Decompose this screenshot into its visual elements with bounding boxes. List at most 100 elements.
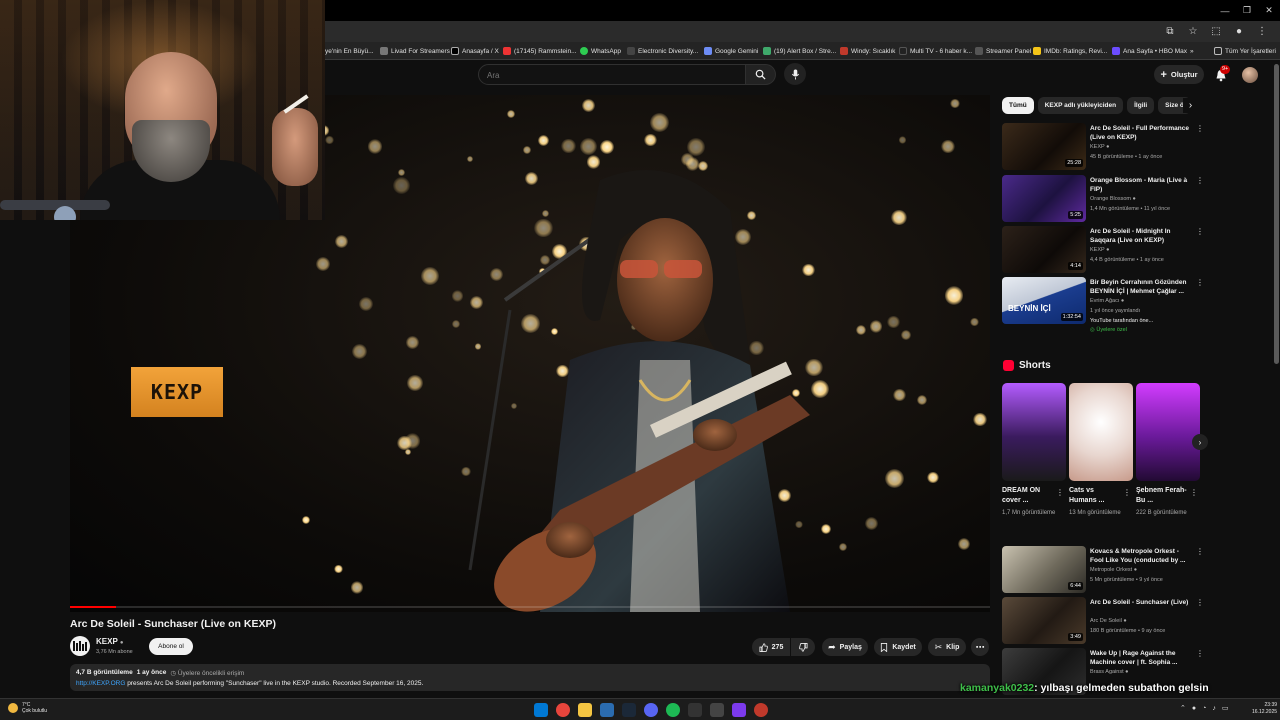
kebab-menu-icon[interactable]: ⋮ xyxy=(1196,278,1204,287)
bookmark-item[interactable]: IMDb: Ratings, Revi... xyxy=(1033,44,1107,58)
kebab-menu-icon[interactable]: ⋮ xyxy=(1196,547,1204,556)
recommendation-item[interactable]: 4:14 Arc De Soleil - Midnight In Saqqara… xyxy=(1002,226,1204,274)
bookmark-item[interactable]: Livad For Streamers xyxy=(380,44,450,58)
kick-icon[interactable] xyxy=(732,703,746,717)
epic-games-icon[interactable] xyxy=(688,703,702,717)
minimize-icon[interactable]: — xyxy=(1214,0,1236,21)
search-button[interactable] xyxy=(746,64,776,85)
kebab-menu-icon[interactable]: ⋮ xyxy=(1056,488,1064,497)
clip-button[interactable]: ✂ Klip xyxy=(928,638,966,656)
obs-icon[interactable] xyxy=(754,703,768,717)
recommendation-item[interactable]: 5:25 Orange Blossom - Maria (Live à FIP)… xyxy=(1002,175,1204,223)
video-duration: 5:25 xyxy=(1068,211,1083,219)
recommendation-item[interactable]: 25:28 Arc De Soleil - Full Performance (… xyxy=(1002,123,1204,171)
bookmark-item[interactable]: Electronic Diversity... xyxy=(627,44,698,58)
short-thumbnail xyxy=(1069,383,1133,481)
stage-light xyxy=(561,138,576,154)
description-box[interactable]: 4,7 B görüntüleme 1 ay önce ◷ Üyelere ön… xyxy=(70,664,990,691)
like-button[interactable]: 275 xyxy=(752,638,790,656)
recommendation-item[interactable]: BEYNİN İÇİ 1:32:54 Bir Beyin Cerrahının … xyxy=(1002,277,1204,337)
kebab-menu-icon[interactable]: ⋮ xyxy=(1196,124,1204,133)
discord-icon[interactable] xyxy=(644,703,658,717)
recommendation-meta: 4,4 B görüntüleme • 1 ay önce xyxy=(1090,257,1164,263)
save-button[interactable]: Kaydet xyxy=(874,638,922,656)
subscribe-button[interactable]: Abone ol xyxy=(149,638,193,655)
bookmark-item[interactable]: WhatsApp xyxy=(580,44,621,58)
close-icon[interactable]: ✕ xyxy=(1258,0,1280,21)
channel-avatar[interactable] xyxy=(70,636,90,656)
extensions-icon[interactable]: ⬚ xyxy=(1210,24,1222,38)
cast-icon[interactable]: ⧉ xyxy=(1164,24,1176,38)
kebab-menu-icon[interactable]: ⋮ xyxy=(1196,176,1204,185)
recommendation-item[interactable]: 3:49 Arc De Soleil - Sunchaser (Live) Ar… xyxy=(1002,597,1204,645)
volume-icon[interactable]: ♪ xyxy=(1212,705,1216,712)
steam-icon[interactable] xyxy=(622,703,636,717)
kebab-menu-icon[interactable]: ⋮ xyxy=(1196,649,1202,658)
bookmark-item[interactable]: Ana Sayfa • HBO Max xyxy=(1112,44,1187,58)
browser-menu-icon[interactable]: ⋮ xyxy=(1256,24,1268,38)
chrome-icon[interactable] xyxy=(556,703,570,717)
bookmark-item[interactable]: Windy: Sıcaklık xyxy=(840,44,895,58)
chip-from-uploader[interactable]: KEXP adlı yükleyiciden xyxy=(1037,97,1124,114)
short-item[interactable]: Cats vs Humans ... 13 Mn görüntüleme ⋮ xyxy=(1069,383,1133,518)
bookmark-item[interactable]: Google Gemini xyxy=(704,44,758,58)
taskbar-clock[interactable]: 23:39 16.12.2025 xyxy=(1252,702,1277,716)
kebab-menu-icon[interactable]: ⋮ xyxy=(1196,227,1204,236)
bookmark-item[interactable]: Anasayfa / X xyxy=(451,44,499,58)
all-bookmarks-button[interactable]: Tüm Yer İşaretleri xyxy=(1214,44,1276,58)
app-icon[interactable] xyxy=(600,703,614,717)
share-button[interactable]: ➦ Paylaş xyxy=(822,638,868,656)
upload-age: 1 ay önce xyxy=(136,669,167,676)
profile-icon[interactable]: ● xyxy=(1233,24,1245,38)
plus-icon: + xyxy=(1160,68,1167,81)
maximize-icon[interactable]: ❐ xyxy=(1236,0,1258,21)
shorts-logo-icon xyxy=(1003,360,1014,371)
channel-text: Orange Blossom xyxy=(1090,196,1131,202)
chip-related[interactable]: İlgili xyxy=(1127,97,1155,114)
kebab-menu-icon[interactable]: ⋮ xyxy=(1196,598,1204,607)
short-item[interactable]: DREAM ON cover ... 1,7 Mn görüntüleme ⋮ xyxy=(1002,383,1066,518)
spotify-icon[interactable] xyxy=(666,703,680,717)
dislike-button[interactable] xyxy=(791,638,815,656)
kebab-menu-icon[interactable]: ⋮ xyxy=(1190,488,1198,497)
app-icon[interactable] xyxy=(710,703,724,717)
video-thumbnail: 5:25 xyxy=(1002,175,1086,222)
bookmark-item[interactable]: (19) Alert Box / Stre... xyxy=(763,44,836,58)
bookmark-item[interactable]: Multi TV - 6 haber k... xyxy=(899,44,972,58)
bookmark-item[interactable]: Streamer Panel xyxy=(975,44,1031,58)
kebab-menu-icon[interactable]: ⋮ xyxy=(1123,488,1131,497)
shorts-next-button[interactable]: › xyxy=(1192,434,1208,450)
thumbnail-text: BEYNİN İÇİ xyxy=(1008,304,1051,313)
stage-light xyxy=(466,156,474,163)
stage-light xyxy=(358,296,374,312)
chips-next-arrow[interactable]: › xyxy=(1183,98,1198,113)
stage-light xyxy=(970,317,979,327)
performer-image xyxy=(468,170,810,612)
channel-text: Brass Against xyxy=(1090,669,1124,675)
account-avatar[interactable] xyxy=(1242,67,1258,83)
bookmark-item[interactable]: ye'nin En Büyü... xyxy=(325,44,374,58)
bookmark-item[interactable]: (17145) Rammstein... xyxy=(503,44,577,58)
channel-name[interactable]: KEXP ● xyxy=(96,637,124,646)
star-icon[interactable]: ☆ xyxy=(1187,24,1199,38)
voice-search-button[interactable] xyxy=(784,63,806,85)
description-link[interactable]: http://KEXP.ORG xyxy=(76,680,125,687)
create-button[interactable]: + Oluştur xyxy=(1154,65,1204,84)
recommendation-item[interactable]: 6:44 Kovacs & Metropole Orkest - Fool Li… xyxy=(1002,546,1204,594)
battery-icon[interactable]: ▭ xyxy=(1222,704,1229,712)
tray-overflow-icon[interactable]: ⌃ xyxy=(1180,704,1186,712)
file-explorer-icon[interactable] xyxy=(578,703,592,717)
more-actions-button[interactable]: ⋯ xyxy=(971,638,989,656)
microphone-icon[interactable]: ● xyxy=(1192,705,1196,712)
progress-track[interactable] xyxy=(70,606,990,608)
network-icon[interactable]: ◔ xyxy=(1202,705,1206,712)
short-item[interactable]: Şebnem Ferah- Bu ... 222 B görüntüleme ⋮ xyxy=(1136,383,1200,518)
stage-light xyxy=(367,139,383,154)
weather-widget[interactable]: 7°C Çok bulutlu xyxy=(8,702,47,714)
scrollbar-thumb[interactable] xyxy=(1274,64,1279,364)
recommendation-meta: 180 B görüntüleme • 9 ay önce xyxy=(1090,628,1166,634)
chip-all[interactable]: Tümü xyxy=(1002,97,1034,114)
bookmarks-overflow-button[interactable]: » xyxy=(1190,44,1194,58)
search-input[interactable] xyxy=(479,66,745,85)
windows-start-icon[interactable] xyxy=(534,703,548,717)
